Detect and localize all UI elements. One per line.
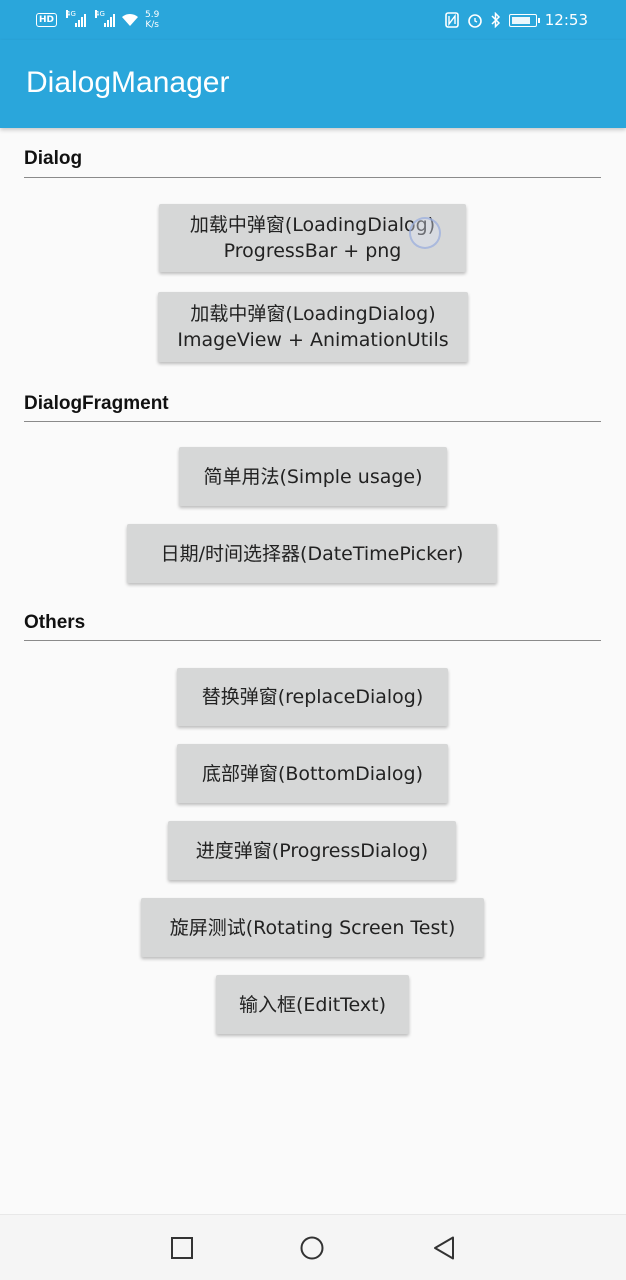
replace-dialog-button[interactable]: 替换弹窗(replaceDialog)	[177, 668, 448, 726]
button-label-line1: 加载中弹窗(LoadingDialog)	[189, 214, 436, 236]
button-label: 输入框(EditText)	[238, 993, 387, 1016]
datetime-picker-button[interactable]: 日期/时间选择器(DateTimePicker)	[127, 524, 497, 583]
signal-icon: 4G	[95, 10, 116, 27]
button-label: 简单用法(Simple usage)	[203, 465, 423, 488]
app-bar: DialogManager	[0, 40, 626, 128]
touch-ripple	[409, 217, 441, 249]
button-label: 替换弹窗(replaceDialog)	[201, 686, 424, 708]
section-divider	[24, 421, 601, 422]
recents-icon[interactable]	[169, 1235, 195, 1261]
button-label: 日期/时间选择器(DateTimePicker)	[160, 542, 464, 565]
button-label: 旋屏测试(Rotating Screen Test)	[169, 916, 456, 939]
loading-dialog-imageview-button[interactable]: 加载中弹窗(LoadingDialog) ImageView + Animati…	[158, 292, 468, 362]
section-title-others: Others	[24, 612, 86, 633]
section-title-dialog: Dialog	[24, 148, 83, 169]
button-label: 进度弹窗(ProgressDialog)	[195, 839, 429, 862]
section-divider	[24, 640, 601, 641]
status-left: HD 4G 4G 5.9 K/s	[36, 8, 159, 32]
bottom-dialog-button[interactable]: 底部弹窗(BottomDialog)	[177, 744, 448, 803]
nfc-icon	[444, 12, 459, 28]
edittext-button[interactable]: 输入框(EditText)	[216, 975, 409, 1034]
signal-icon: 4G	[66, 10, 87, 27]
navigation-bar	[0, 1214, 626, 1280]
button-label-line2: ImageView + AnimationUtils	[177, 329, 449, 351]
wifi-icon	[122, 13, 139, 26]
alarm-icon	[467, 14, 482, 28]
section-divider	[24, 177, 601, 178]
button-label: 底部弹窗(BottomDialog)	[201, 762, 424, 785]
button-label-line1: 加载中弹窗(LoadingDialog)	[190, 303, 436, 325]
progress-dialog-button[interactable]: 进度弹窗(ProgressDialog)	[168, 821, 456, 880]
section-title-dialogfragment: DialogFragment	[24, 393, 169, 414]
status-bar: HD 4G 4G 5.9 K/s 12:53	[0, 0, 626, 40]
button-label-line2: ProgressBar + png	[223, 240, 402, 262]
network-speed: 5.9 K/s	[145, 10, 160, 30]
app-title: DialogManager	[26, 66, 230, 99]
back-icon[interactable]	[431, 1235, 457, 1261]
status-right: 12:53	[444, 8, 588, 32]
home-icon[interactable]	[299, 1235, 325, 1261]
bluetooth-icon	[491, 12, 500, 28]
rotating-screen-test-button[interactable]: 旋屏测试(Rotating Screen Test)	[141, 898, 484, 957]
hd-icon: HD	[36, 13, 58, 27]
battery-icon	[508, 13, 540, 27]
simple-usage-button[interactable]: 简单用法(Simple usage)	[179, 447, 447, 506]
clock: 12:53	[544, 11, 588, 29]
